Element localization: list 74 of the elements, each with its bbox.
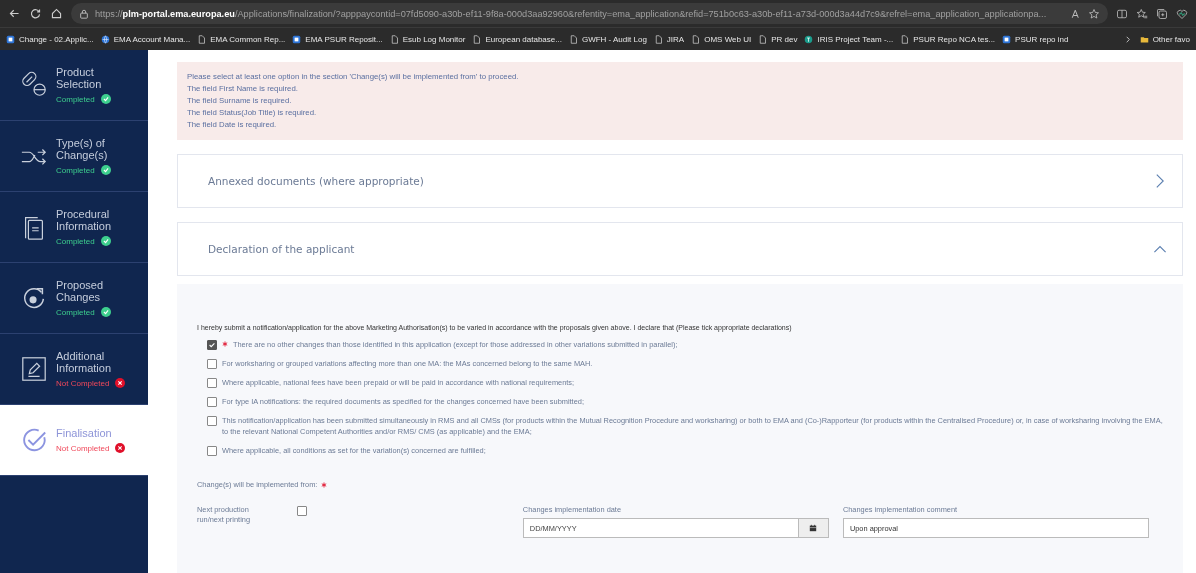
star-icon[interactable]	[1088, 7, 1100, 20]
step-status: Completed	[56, 307, 95, 317]
step-title: Proposed Changes	[56, 279, 105, 303]
url-text: https://plm-portal.ema.europa.eu/Applications/finalization/?apppaycontid=07fd5090-a30b-ef11-9f8a-000d3aa92960&refentity=ema_application&refid=751b0c63-a30b-ef11-a73d-000d3a44d7c9&refrel=ema_application_applicationpa...	[95, 8, 1048, 19]
step-item[interactable]: Procedural Information Completed	[0, 192, 148, 263]
bookmark[interactable]: JIRA	[653, 34, 685, 44]
split-screen-icon[interactable]	[1116, 7, 1128, 20]
bookmark[interactable]: EMA Common Rep...	[197, 34, 286, 44]
bookmark[interactable]: IRIS Project Team -...	[804, 34, 894, 44]
calendar-button[interactable]	[798, 518, 829, 538]
bookmark[interactable]: Esub Log Monitor	[389, 34, 466, 44]
step-status: Not Completed	[56, 443, 110, 453]
checkbox[interactable]	[207, 416, 217, 426]
page-icon	[472, 34, 482, 44]
back-icon[interactable]	[8, 7, 21, 20]
pencil-icon	[20, 355, 48, 383]
step-title: Type(s) of Change(s)	[56, 137, 109, 161]
checkbox[interactable]	[297, 506, 307, 516]
bookmark[interactable]: PR dev	[758, 34, 798, 44]
page-icon	[568, 34, 578, 44]
checkbox[interactable]	[207, 446, 217, 456]
page-icon	[900, 34, 910, 44]
page-icon	[691, 34, 701, 44]
step-item[interactable]: Product Selection Completed	[0, 50, 148, 121]
step-title: Product Selection	[56, 66, 103, 90]
section-title: Declaration of the applicant	[208, 243, 355, 255]
home-icon[interactable]	[50, 7, 63, 20]
page-icon	[197, 34, 207, 44]
step-title: Procedural Information	[56, 208, 113, 232]
step-item[interactable]: Type(s) of Change(s) Completed	[0, 121, 148, 192]
checkbox[interactable]	[207, 359, 217, 369]
folder-icon	[1139, 34, 1149, 44]
step-status: Completed	[56, 165, 95, 175]
pills-icon	[20, 71, 48, 99]
page-icon	[389, 34, 399, 44]
checkbox[interactable]	[207, 397, 217, 407]
checkbox[interactable]	[207, 340, 217, 350]
step-status: Completed	[56, 236, 95, 246]
page-icon	[653, 34, 663, 44]
lock-icon	[79, 8, 89, 19]
collections-icon[interactable]	[1156, 7, 1168, 20]
chevron-right-icon[interactable]	[1123, 34, 1133, 44]
app-icon	[6, 34, 15, 44]
step-status: Not Completed	[56, 378, 110, 388]
read-aloud-icon[interactable]	[1070, 7, 1082, 20]
app-icon	[1002, 34, 1012, 44]
bookmark[interactable]: GWFH - Audit Log	[568, 34, 647, 44]
globe-icon	[100, 34, 110, 44]
bookmark[interactable]: European database...	[472, 34, 562, 44]
calendar-icon	[809, 524, 818, 532]
favorites-icon[interactable]	[1136, 7, 1148, 20]
bookmark[interactable]: Change - 02.Applic...	[6, 34, 94, 44]
app-icon	[292, 34, 302, 44]
refresh-icon[interactable]	[29, 7, 42, 20]
bookmark[interactable]: PSUR repo ind	[1002, 34, 1069, 44]
step-title: Finalisation	[56, 427, 113, 439]
step-item[interactable]: Finalisation Not Completed	[0, 405, 148, 476]
accordion-header[interactable]: Declaration of the applicant	[177, 222, 1183, 276]
bookmark[interactable]: EMA PSUR Reposit...	[292, 34, 383, 44]
accordion-header[interactable]: Annexed documents (where appropriate)	[177, 154, 1183, 208]
other-favorites-folder[interactable]: Other favo	[1139, 34, 1190, 44]
address-bar[interactable]	[71, 3, 1108, 24]
checkbox[interactable]	[207, 378, 217, 388]
teams-icon	[804, 34, 814, 44]
bookmark[interactable]: OMS Web UI	[691, 34, 752, 44]
bookmark[interactable]: EMA Account Mana...	[100, 34, 191, 44]
step-title: Additional Information	[56, 350, 113, 374]
bookmark[interactable]: PSUR Repo NCA tes...	[900, 34, 996, 44]
step-status: Completed	[56, 94, 95, 104]
check-circle-icon	[20, 426, 48, 454]
section-title: Annexed documents (where appropriate)	[208, 175, 424, 187]
page-icon	[758, 34, 768, 44]
step-item[interactable]: Proposed Changes Completed	[0, 263, 148, 334]
heart-icon[interactable]	[1176, 7, 1188, 20]
